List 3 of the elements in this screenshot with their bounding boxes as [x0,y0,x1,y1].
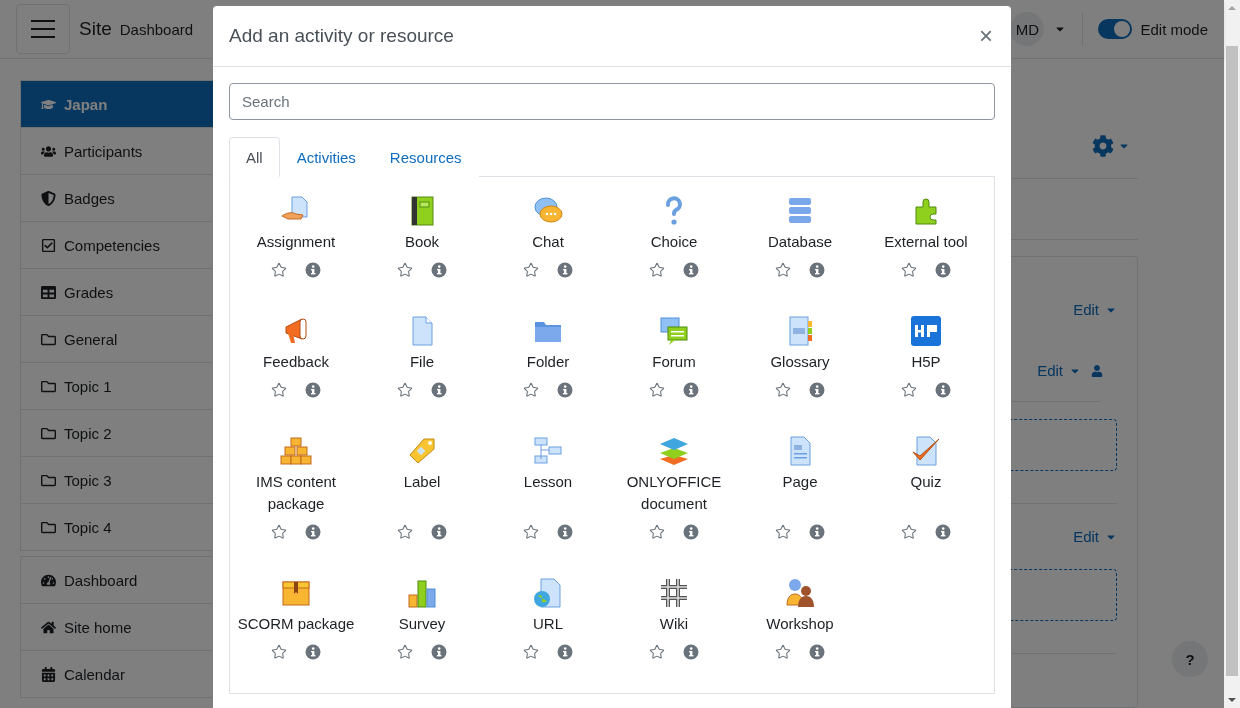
modal-title: Add an activity or resource [229,25,455,47]
edit-mode-label: Edit mode [1140,20,1208,38]
site-name: Site [79,18,112,40]
